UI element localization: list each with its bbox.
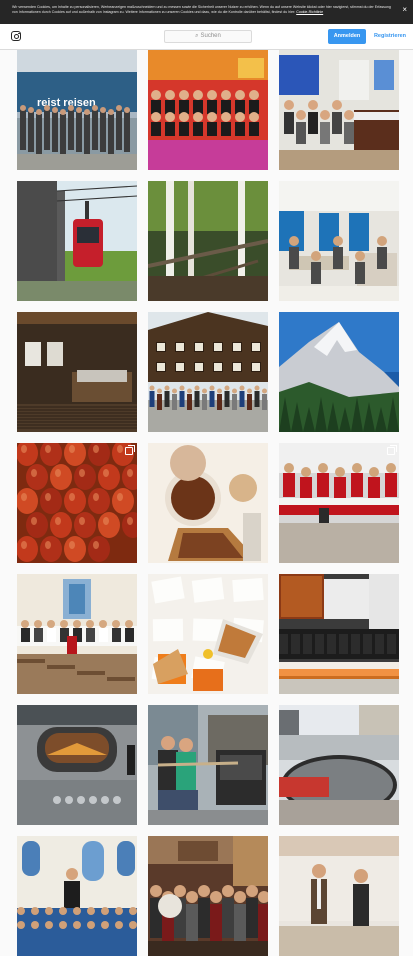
- photo-image: [279, 181, 399, 301]
- photo-tile-pizza-table[interactable]: [148, 574, 268, 694]
- photo-image: [279, 443, 399, 563]
- photo-image: [17, 312, 137, 432]
- photo-image: reist reisen: [17, 50, 137, 170]
- close-icon[interactable]: ×: [402, 6, 407, 14]
- photo-image: [148, 312, 268, 432]
- photo-image: [17, 443, 137, 563]
- photo-image: [148, 50, 268, 170]
- cookie-policy-link[interactable]: Cookie-Richtlinie: [296, 10, 323, 14]
- register-button[interactable]: Registrieren: [371, 29, 409, 44]
- photo-image: [148, 705, 268, 825]
- photo-image: [17, 836, 137, 956]
- photo-tile-stage-couple[interactable]: [279, 836, 399, 956]
- photo-tile-chocolate-baking[interactable]: [148, 443, 268, 563]
- photo-tile-forest-trees[interactable]: [148, 181, 268, 301]
- photo-tile-wooden-chalet[interactable]: [148, 312, 268, 432]
- multi-photo-icon: [387, 445, 397, 455]
- search-placeholder: Suchen: [200, 33, 221, 39]
- photo-image: [17, 574, 137, 694]
- photo-image: [279, 705, 399, 825]
- multi-photo-icon: [125, 445, 135, 455]
- cookie-banner: Wir verwenden Cookies, um Inhalte zu per…: [0, 0, 413, 24]
- photo-image: [148, 181, 268, 301]
- photo-tile-street-basket[interactable]: [279, 705, 399, 825]
- photo-image: [148, 443, 268, 563]
- photo-image: [17, 181, 137, 301]
- photo-image: [148, 574, 268, 694]
- photo-tile-wooden-bedroom[interactable]: [17, 312, 137, 432]
- photo-image: [148, 836, 268, 956]
- photo-image: [279, 574, 399, 694]
- photo-tile-choir-red[interactable]: [279, 443, 399, 563]
- photo-tile-oven-bread[interactable]: [17, 705, 137, 825]
- cookie-banner-text: Wir verwenden Cookies, um Inhalte zu per…: [12, 5, 391, 14]
- instagram-logo-icon[interactable]: [11, 31, 21, 41]
- photo-tile-cable-car[interactable]: [17, 181, 137, 301]
- photo-image: [279, 50, 399, 170]
- login-button[interactable]: Anmelden: [328, 29, 366, 44]
- photo-tile-church-choir-conductor[interactable]: [17, 836, 137, 956]
- photo-tile-classroom-blue-curtains[interactable]: [279, 181, 399, 301]
- photo-image: [279, 312, 399, 432]
- photo-tile-bus-group-photo[interactable]: reist reisen: [17, 50, 137, 170]
- photo-tile-mountain-peak[interactable]: [279, 312, 399, 432]
- search-input[interactable]: ⌕ Suchen: [164, 30, 252, 43]
- photo-tile-red-easter-eggs[interactable]: [17, 443, 137, 563]
- top-nav: ⌕ Suchen Anmelden Registrieren: [0, 24, 413, 50]
- photo-tile-church-hall[interactable]: [17, 574, 137, 694]
- photo-tile-piano-room[interactable]: [279, 50, 399, 170]
- photo-tile-red-room-group[interactable]: [148, 50, 268, 170]
- photo-tile-bread-oven-two-women[interactable]: [148, 705, 268, 825]
- photo-image: [17, 705, 137, 825]
- search-icon: ⌕: [195, 33, 199, 39]
- photo-tile-dark-hall[interactable]: [279, 574, 399, 694]
- photo-tile-crowd-interior[interactable]: [148, 836, 268, 956]
- photo-image: [279, 836, 399, 956]
